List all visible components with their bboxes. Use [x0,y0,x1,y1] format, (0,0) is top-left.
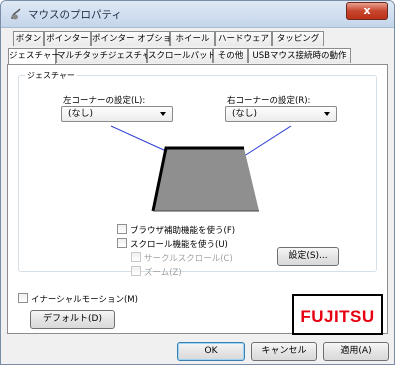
tab-multitouch-gesture[interactable]: マルチタッチジェスチャー [56,48,159,63]
browser-assist-checkbox[interactable]: ブラウザ補助機能を使う(F) [117,224,235,236]
zoom-checkbox[interactable]: ズーム(Z) [131,266,182,278]
close-button[interactable]: x [346,2,388,20]
touchpad-shape [153,148,259,211]
gesture-group: ジェスチャー 左コーナーの設定(L): (なし) 右コーナーの設定(R): (な… [18,70,377,278]
mouse-properties-window: マウスのプロパティ x ボタン ポインター ポインター オプション ホイール ハ… [0,0,395,365]
circular-scroll-label: サークルスクロール(C) [144,254,233,264]
mouse-icon [11,8,21,20]
checkbox-box[interactable] [117,224,127,234]
scroll-function-checkbox[interactable]: スクロール機能を使う(U) [117,238,228,250]
checkbox-box[interactable] [18,293,28,303]
tab-tapping[interactable]: タッピング [272,31,324,46]
tab-pointer-options[interactable]: ポインター オプション [91,31,180,46]
tab-pointer[interactable]: ポインター [44,31,91,46]
tab-scroll-pad[interactable]: スクロールパッド [147,48,216,63]
cancel-button[interactable]: キャンセル [251,342,317,361]
inertial-motion-label: イナーシャルモーション(M) [31,295,138,305]
right-callout-line [240,125,292,159]
circular-scroll-checkbox[interactable]: サークルスクロール(C) [131,252,233,264]
apply-button[interactable]: 適用(A) [323,342,389,361]
inertial-motion-checkbox[interactable]: イナーシャルモーション(M) [18,293,138,305]
default-button[interactable]: デフォルト(D) [30,310,115,329]
browser-assist-label: ブラウザ補助機能を使う(F) [130,226,236,236]
tab-other[interactable]: その他 [213,48,248,63]
scroll-function-label: スクロール機能を使う(U) [130,240,228,250]
logo-text: FUJITSU [300,307,375,326]
checkbox-box[interactable] [131,252,141,262]
tab-usb-mouse[interactable]: USBマウス接続時の動作 [248,48,351,63]
ok-button[interactable]: OK [177,342,245,361]
tab-buttons[interactable]: ボタン [13,31,44,46]
fujitsu-logo: FUJITSU [292,294,383,335]
tab-gesture[interactable]: ジェスチャー [8,48,60,64]
tab-hardware[interactable]: ハードウェア [215,31,272,46]
tab-wheel[interactable]: ホイール [170,31,215,46]
settings-button[interactable]: 設定(S)... [277,247,339,266]
checkbox-box[interactable] [131,266,141,276]
checkbox-box[interactable] [117,238,127,248]
window-title: マウスのプロパティ [28,9,122,21]
title-bar[interactable]: マウスのプロパティ x [1,1,394,28]
zoom-label: ズーム(Z) [144,268,182,278]
